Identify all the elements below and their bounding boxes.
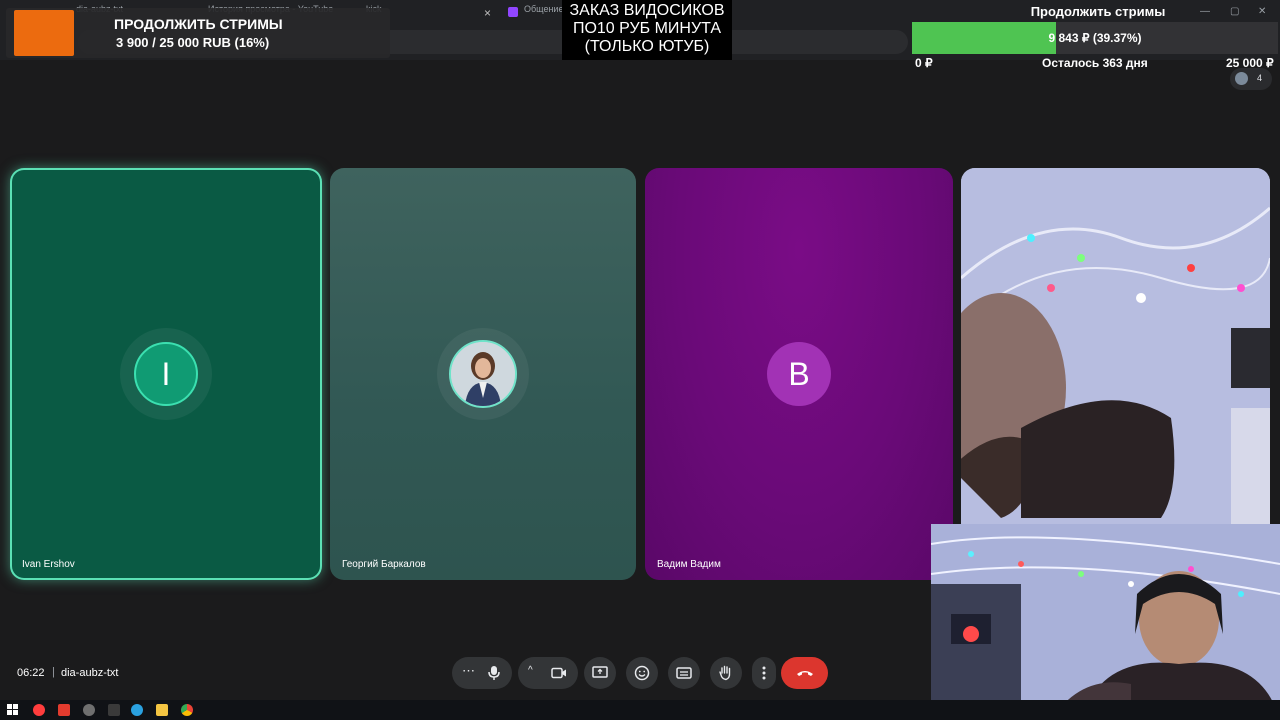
order-line-2: ПО10 РУБ МИНУТА — [572, 20, 722, 37]
more-vertical-icon — [762, 666, 766, 680]
goal-remaining-label: Осталось 363 дня — [1042, 56, 1148, 70]
participant-avatar-icon — [1235, 72, 1248, 85]
app-icon[interactable] — [108, 704, 120, 716]
donation-title: ПРОДОЛЖИТЬ СТРИМЫ — [114, 16, 283, 32]
order-line-1: ЗАКАЗ ВИДОСИКОВ — [569, 2, 725, 19]
participants-button[interactable]: 4 — [1230, 68, 1272, 90]
chevron-up-icon[interactable]: ^ — [528, 665, 533, 676]
goal-progress-text: 9 843 ₽ (39.37%) — [1048, 31, 1142, 45]
maximize-icon[interactable]: ▢ — [1230, 6, 1239, 17]
meeting-code: dia-aubz-txt — [61, 667, 119, 679]
more-options-button[interactable] — [752, 657, 776, 689]
camera-icon[interactable] — [551, 667, 567, 679]
goal-title: Продолжить стримы — [1030, 4, 1166, 19]
webcam-video — [931, 524, 1280, 720]
avatar: I — [134, 342, 198, 406]
order-banner: ЗАКАЗ ВИДОСИКОВ ПО10 РУБ МИНУТА (ТОЛЬКО … — [562, 0, 732, 60]
present-button[interactable] — [584, 657, 616, 689]
participant-tile-georgiy[interactable]: Георгий Баркалов — [330, 168, 636, 580]
chrome-icon[interactable] — [181, 704, 193, 716]
participant-tile-ivan[interactable]: I Ivan Ershov — [10, 168, 322, 580]
file-explorer-icon[interactable] — [156, 704, 168, 716]
participant-tile-camera[interactable] — [961, 168, 1270, 580]
reactions-button[interactable] — [626, 657, 658, 689]
raise-hand-button[interactable] — [710, 657, 742, 689]
minimize-icon[interactable]: — — [1200, 6, 1210, 17]
end-call-icon — [796, 671, 813, 676]
footer-divider: | — [52, 666, 55, 678]
participant-count: 4 — [1257, 73, 1263, 83]
participant-name: Вадим Вадим — [657, 559, 721, 570]
app-icon[interactable] — [58, 704, 70, 716]
donation-amount: 3 900 / 25 000 RUB (16%) — [116, 35, 270, 50]
end-call-button[interactable] — [781, 657, 828, 689]
emoji-icon — [634, 665, 650, 681]
raise-hand-icon — [719, 665, 731, 681]
avatar: В — [767, 342, 831, 406]
participant-name: Ivan Ershov — [22, 559, 75, 570]
telegram-icon[interactable] — [131, 704, 143, 716]
tab-obshchenie[interactable]: Общение — [524, 4, 563, 24]
video-control-group: ^ — [518, 657, 578, 689]
twitch-icon — [508, 7, 518, 17]
profile-photo-icon — [449, 340, 517, 408]
meeting-time: 06:22 — [17, 667, 45, 679]
present-screen-icon — [592, 666, 608, 678]
captions-icon — [676, 667, 692, 679]
microphone-icon[interactable] — [487, 665, 501, 681]
participant-name: Георгий Баркалов — [342, 559, 426, 570]
windows-start-icon[interactable] — [7, 704, 19, 716]
more-options-icon[interactable]: ⋯ — [462, 663, 475, 679]
captions-button[interactable] — [668, 657, 700, 689]
camera-feed-video — [961, 168, 1270, 580]
participant-tile-vadim[interactable]: В Вадим Вадим — [645, 168, 953, 580]
yandex-browser-icon[interactable] — [33, 704, 45, 716]
obs-icon[interactable] — [83, 704, 95, 716]
order-line-3: (ТОЛЬКО ЮТУБ) — [584, 38, 710, 55]
donation-widget: ПРОДОЛЖИТЬ СТРИМЫ 3 900 / 25 000 RUB (16… — [6, 8, 390, 58]
audio-control-group: ⋯ — [452, 657, 512, 689]
donation-image — [14, 10, 74, 56]
streamer-webcam — [931, 524, 1280, 720]
goal-min-label: 0 ₽ — [915, 56, 933, 70]
tab-close-icon[interactable]: × — [484, 6, 491, 20]
close-window-icon[interactable]: ✕ — [1258, 6, 1266, 17]
goal-progress-bar: 9 843 ₽ (39.37%) — [912, 22, 1278, 54]
